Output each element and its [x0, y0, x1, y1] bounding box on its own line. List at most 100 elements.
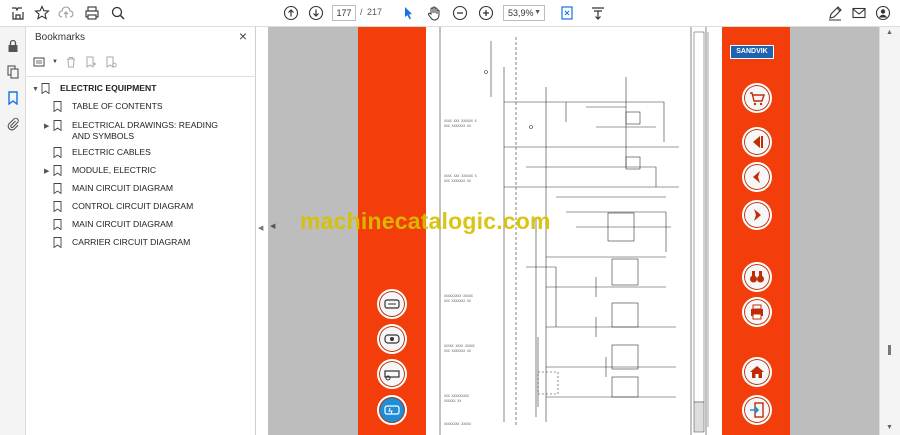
page-total: 217 — [367, 7, 383, 17]
vertical-scrollbar[interactable]: ▲ ▼ — [879, 27, 900, 435]
bookmark-item[interactable]: ELECTRIC CABLES — [44, 147, 227, 159]
first-page-icon — [753, 136, 763, 148]
bookmark-item[interactable]: MAIN CIRCUIT DIAGRAM — [44, 219, 227, 231]
sign-pen-icon[interactable] — [825, 3, 845, 23]
watermark-text: machinecatalogic.com — [300, 208, 551, 234]
bookmark-item[interactable]: ▼ ELECTRIC EQUIPMENT — [32, 83, 215, 95]
hand-tool-icon[interactable] — [424, 3, 444, 23]
scroll-mode-icon[interactable] — [588, 3, 608, 23]
bookmarks-panel: Bookmarks × ▼ ▼ ELECTRIC EQUIPMENT TABLE… — [26, 27, 256, 435]
bookmark-label: ELECTRIC EQUIPMENT — [60, 83, 157, 93]
first-page-button[interactable] — [742, 127, 772, 157]
bookmark-icon — [53, 147, 65, 159]
bookmark-icon — [53, 237, 65, 249]
collapse-left-icon[interactable]: ◀ — [270, 222, 275, 230]
bookmark-label: TABLE OF CONTENTS — [72, 101, 163, 111]
scroll-down-icon[interactable]: ▼ — [886, 424, 893, 431]
bookmark-icon — [53, 165, 65, 177]
fit-page-icon[interactable] — [557, 3, 577, 23]
cloud-upload-icon[interactable] — [56, 3, 76, 23]
svg-text:XXXXXXXX XXXXX: XXXXXXXX XXXXX — [444, 422, 471, 426]
sandvik-logo: SANDVIK — [730, 45, 774, 59]
svg-text:XXXXX XXXX XXXXX: XXXXX XXXX XXXXX — [444, 344, 475, 348]
print-icon[interactable] — [82, 3, 102, 23]
chevron-right-icon[interactable]: ▶ — [44, 121, 53, 132]
bookmark-label: CARRIER CIRCUIT DIAGRAM — [72, 237, 191, 247]
exit-button[interactable] — [742, 395, 772, 425]
bookmark-label: MAIN CIRCUIT DIAGRAM — [72, 219, 174, 229]
svg-text:XXXX XXX XXXXXX X: XXXX XXX XXXXXX X — [444, 119, 477, 123]
engine-manual-button[interactable] — [377, 289, 407, 319]
bookmark-icon — [53, 219, 65, 231]
bookmark-label: CONTROL CIRCUIT DIAGRAM — [72, 201, 194, 211]
engine-icon — [384, 299, 400, 309]
options-menu-icon[interactable] — [32, 55, 46, 69]
axle-manual-button[interactable] — [377, 359, 407, 389]
svg-text:XXX XXXXXXX XX: XXX XXXXXXX XX — [444, 179, 471, 183]
zoom-out-icon[interactable] — [450, 3, 470, 23]
bookmark-item[interactable]: ▶ ELECTRICAL DRAWINGS: READING AND SYMBO… — [44, 120, 227, 142]
zoom-in-icon[interactable] — [476, 3, 496, 23]
bookmark-label: ELECTRICAL DRAWINGS: READING AND SYMBOLS — [72, 120, 218, 141]
svg-text:XXX XXXXXXX XX: XXX XXXXXXX XX — [444, 124, 471, 128]
chevron-right-icon[interactable]: ▶ — [44, 166, 53, 177]
print-page-button[interactable] — [742, 297, 772, 327]
shopping-cart-icon — [750, 92, 765, 106]
panel-title: Bookmarks — [35, 32, 86, 43]
bookmark-item[interactable]: ▶ MODULE, ELECTRIC — [44, 165, 227, 177]
print-icon — [751, 304, 763, 320]
delete-bookmark-icon[interactable] — [64, 55, 78, 69]
bookmark-item[interactable]: MAIN CIRCUIT DIAGRAM — [44, 183, 227, 195]
bookmark-item[interactable]: CONTROL CIRCUIT DIAGRAM — [44, 201, 227, 213]
next-page-button[interactable] — [742, 200, 772, 230]
star-icon[interactable] — [32, 3, 52, 23]
bookmark-item[interactable]: TABLE OF CONTENTS — [44, 101, 227, 113]
bookmark-label: MODULE, ELECTRIC — [72, 165, 157, 175]
user-account-icon[interactable] — [873, 3, 893, 23]
zoom-level-select[interactable]: 53,9% ▼ — [503, 5, 545, 21]
svg-text:XXX XXXXXXX XX: XXX XXXXXXX XX — [444, 349, 471, 353]
search-button[interactable] — [742, 262, 772, 292]
zoom-level-value: 53,9% — [508, 8, 534, 18]
bookmark-icon — [53, 183, 65, 195]
bookmark-item[interactable]: CARRIER CIRCUIT DIAGRAM — [44, 237, 227, 249]
close-icon[interactable]: × — [236, 29, 250, 43]
lock-icon[interactable] — [4, 37, 22, 55]
pdf-viewer: 177 / 217 53,9% ▼ Bookmarks × ▼ ▼ ELECTR… — [0, 0, 900, 435]
bookmark-tools: ▼ — [32, 54, 118, 70]
new-bookmark-icon[interactable] — [84, 55, 98, 69]
email-icon[interactable] — [849, 3, 869, 23]
svg-text:XXX XXXXXXX XX: XXX XXXXXXX XX — [444, 299, 471, 303]
transmission-manual-button[interactable] — [377, 324, 407, 354]
scroll-thumb[interactable] — [888, 345, 891, 355]
chevron-down-icon[interactable]: ▼ — [32, 84, 41, 95]
home-icon[interactable] — [8, 3, 28, 23]
page-up-icon[interactable] — [281, 3, 301, 23]
svg-text:XXX XXXXXXXXX: XXX XXXXXXXXX — [444, 394, 469, 398]
panel-divider — [26, 76, 256, 77]
page-thumbnails-icon[interactable] — [4, 63, 22, 81]
electric-manual-button[interactable] — [377, 395, 407, 425]
house-icon — [750, 366, 764, 378]
zoom-search-icon[interactable] — [108, 3, 128, 23]
attachment-icon[interactable] — [4, 115, 22, 133]
chevron-right-icon — [754, 209, 761, 221]
panel-collapse-handle[interactable]: ◀ — [258, 224, 263, 232]
chevron-down-icon[interactable]: ▼ — [52, 55, 58, 69]
select-cursor-icon[interactable] — [398, 3, 418, 23]
exit-door-icon — [750, 402, 764, 418]
page-down-icon[interactable] — [306, 3, 326, 23]
shopping-cart-button[interactable] — [742, 83, 772, 113]
gearbox-icon — [384, 334, 400, 344]
home-button[interactable] — [742, 357, 772, 387]
page-number-input[interactable]: 177 — [332, 5, 356, 21]
bookmark-properties-icon[interactable] — [104, 55, 118, 69]
bookmark-icon — [53, 120, 65, 132]
left-tool-rail — [0, 27, 26, 435]
binoculars-icon — [750, 271, 764, 283]
bookmark-icon — [53, 201, 65, 213]
scroll-up-icon[interactable]: ▲ — [886, 29, 893, 36]
electric-module-icon — [384, 405, 400, 415]
bookmark-panel-icon[interactable] — [4, 89, 22, 107]
previous-page-button[interactable] — [742, 162, 772, 192]
